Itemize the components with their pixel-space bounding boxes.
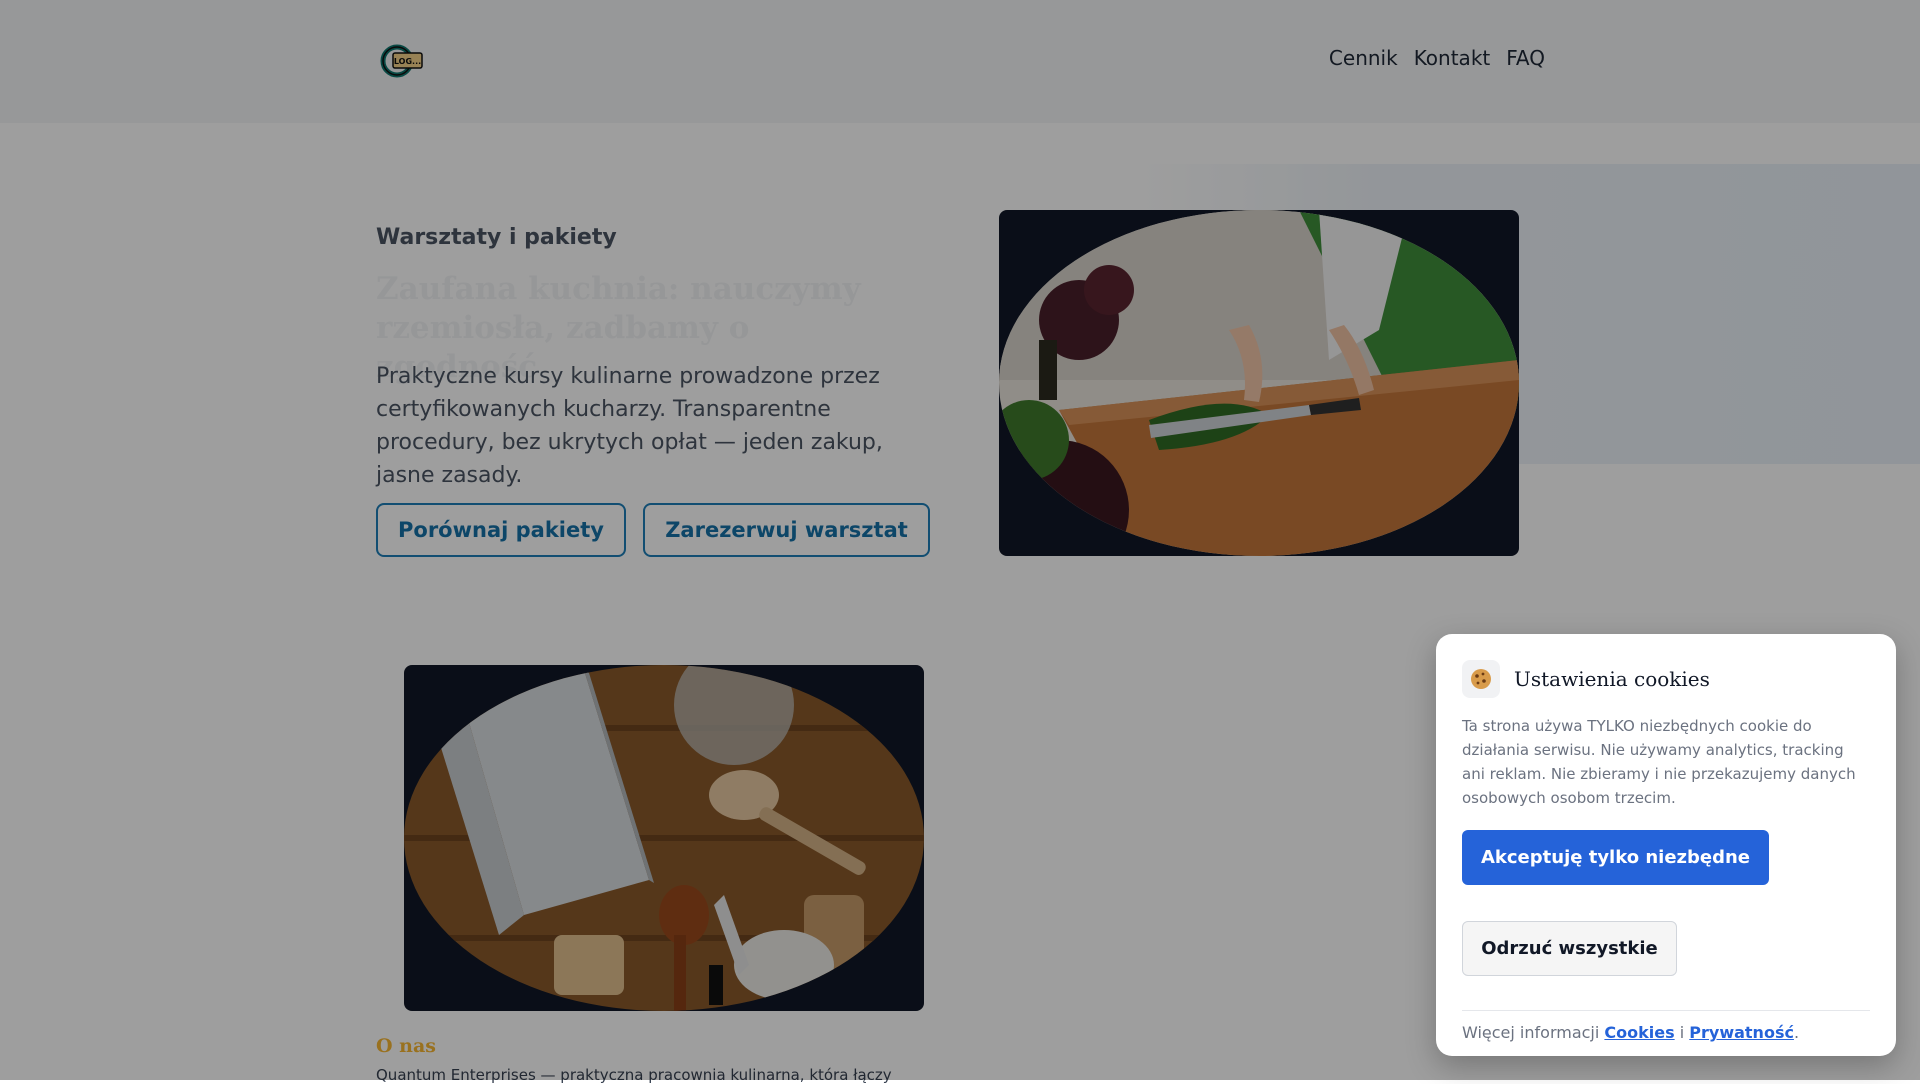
more-info-suffix: . (1793, 1023, 1800, 1042)
cookie-description: Ta strona używa TYLKO niezbędnych cookie… (1462, 717, 1856, 807)
cookie-header: Ustawienia cookies (1462, 660, 1870, 698)
accept-necessary-button[interactable]: Akceptuję tylko niezbędne (1462, 830, 1769, 885)
cookie-icon (1462, 660, 1500, 698)
more-info: Więcej informacji Cookies i Prywatność. (1462, 1023, 1870, 1042)
more-info-and: i (1679, 1023, 1685, 1042)
privacy-policy-link[interactable]: Prywatność (1689, 1023, 1794, 1042)
cookie-title: Ustawienia cookies (1514, 667, 1710, 691)
cookies-policy-link[interactable]: Cookies (1604, 1023, 1674, 1042)
divider (1462, 1010, 1870, 1011)
more-info-label: Więcej informacji (1462, 1023, 1600, 1042)
reject-all-button[interactable]: Odrzuć wszystkie (1462, 921, 1677, 976)
cookie-dialog: Ustawienia cookies Ta strona używa TYLKO… (1436, 634, 1896, 1056)
